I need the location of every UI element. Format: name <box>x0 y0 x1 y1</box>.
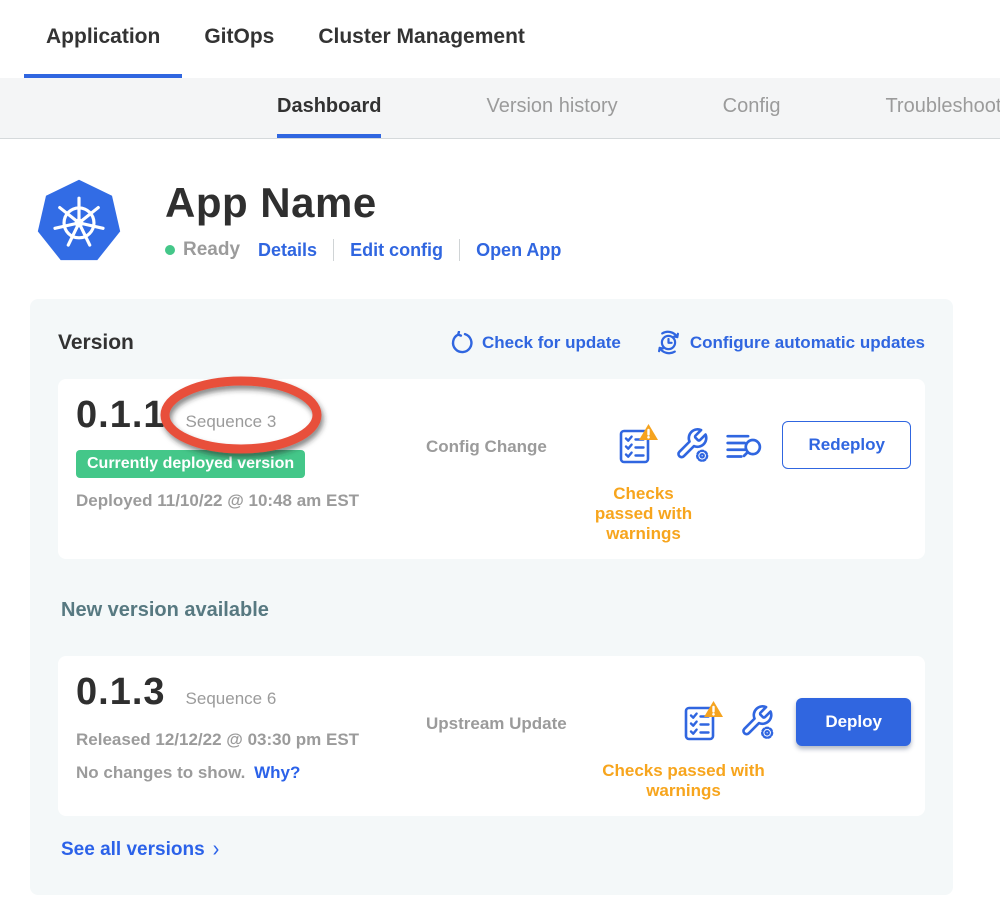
current-version-type: Config Change <box>426 437 591 457</box>
tab-dashboard[interactable]: Dashboard <box>277 78 381 138</box>
see-all-versions-link[interactable]: See all versions › <box>61 838 219 861</box>
check-for-update-link[interactable]: Check for update <box>450 331 621 355</box>
tab-version-history[interactable]: Version history <box>486 78 617 138</box>
available-version-number: 0.1.3 <box>76 671 166 714</box>
configure-automatic-updates-label: Configure automatic updates <box>690 333 925 353</box>
configure-automatic-updates-link[interactable]: Configure automatic updates <box>655 329 925 356</box>
edit-config-link[interactable]: Edit config <box>350 240 443 261</box>
app-sub-nav: Dashboard Version history Config Trouble… <box>0 78 1000 139</box>
tab-gitops[interactable]: GitOps <box>182 0 296 78</box>
tab-config[interactable]: Config <box>723 78 781 138</box>
currently-deployed-badge: Currently deployed version <box>76 450 305 478</box>
preflight-checks-icon[interactable] <box>682 700 724 744</box>
available-version-type: Upstream Update <box>426 714 591 734</box>
tab-troubleshoot[interactable]: Troubleshoot <box>885 78 1000 138</box>
primary-nav: Application GitOps Cluster Management <box>0 0 1000 78</box>
edit-config-values-icon[interactable] <box>672 425 712 465</box>
edit-config-values-icon[interactable] <box>737 702 777 742</box>
no-changes-text: No changes to show. <box>76 763 245 782</box>
tab-cluster-management[interactable]: Cluster Management <box>296 0 547 78</box>
app-header: App Name Ready Details Edit config Open … <box>35 177 1000 267</box>
check-for-update-label: Check for update <box>482 333 621 353</box>
view-diff-icon[interactable] <box>725 428 763 462</box>
chevron-right-icon: › <box>213 836 220 862</box>
why-link[interactable]: Why? <box>254 763 300 782</box>
current-version-number: 0.1.1 <box>76 394 166 437</box>
redeploy-button[interactable]: Redeploy <box>782 421 911 469</box>
available-version-card: 0.1.3 Sequence 6 Released 12/12/22 @ 03:… <box>58 656 925 816</box>
deploy-button[interactable]: Deploy <box>796 698 911 746</box>
divider <box>459 239 460 261</box>
refresh-icon <box>450 331 474 355</box>
current-checks-status: Checks passed with warnings <box>591 484 696 544</box>
auto-update-clock-icon <box>655 329 682 356</box>
new-version-heading: New version available <box>61 599 925 622</box>
divider <box>333 239 334 261</box>
available-version-sequence: Sequence 6 <box>186 689 277 709</box>
app-status: Ready <box>183 239 240 261</box>
open-app-link[interactable]: Open App <box>476 240 561 261</box>
version-section-title: Version <box>58 331 134 355</box>
preflight-checks-icon[interactable] <box>617 423 659 467</box>
available-checks-status: Checks passed with warnings <box>591 761 776 801</box>
released-timestamp: Released 12/12/22 @ 03:30 pm EST <box>76 730 426 750</box>
see-all-versions-label: See all versions <box>61 839 205 861</box>
tab-application[interactable]: Application <box>24 0 182 78</box>
status-ready-dot-icon <box>165 245 175 255</box>
current-version-sequence: Sequence 3 <box>186 412 277 432</box>
details-link[interactable]: Details <box>258 240 317 261</box>
current-version-card: 0.1.1 Sequence 3 Currently deployed vers… <box>58 379 925 559</box>
deployed-timestamp: Deployed 11/10/22 @ 10:48 am EST <box>76 491 426 511</box>
version-section: Version Check for update Configure <box>30 299 953 895</box>
app-title: App Name <box>165 179 561 227</box>
kubernetes-logo-icon <box>35 177 123 267</box>
